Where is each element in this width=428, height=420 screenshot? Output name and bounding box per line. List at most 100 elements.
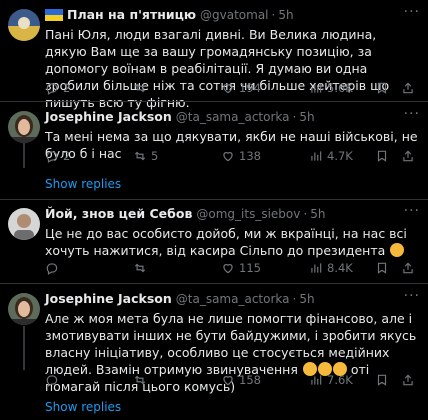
reply-icon — [46, 263, 58, 275]
share-button[interactable] — [401, 261, 415, 275]
like-count: 138 — [239, 149, 261, 163]
repost-button[interactable] — [133, 81, 151, 95]
bookmark-button[interactable] — [375, 261, 389, 275]
person-emoji-icon — [390, 243, 405, 257]
author-handle[interactable]: @ta_sama_actorka — [176, 292, 290, 306]
share-button[interactable] — [401, 373, 415, 387]
view-count: 4.7K — [327, 149, 353, 163]
post-header: План на п'ятницю @gvatomal · 5h — [45, 6, 420, 23]
post-time[interactable]: 5h — [310, 207, 325, 221]
repost-button[interactable] — [133, 373, 151, 387]
heart-icon — [223, 376, 233, 386]
avatar[interactable] — [8, 111, 40, 143]
post-text: Це не до вас особисто дойоб, ми ж вкраїн… — [45, 226, 407, 258]
author-handle[interactable]: @omg_its_siebov — [196, 207, 300, 221]
share-icon — [403, 82, 413, 94]
author-name[interactable]: План на п'ятницю — [67, 7, 196, 22]
author-name[interactable]: Josephine Jackson — [45, 291, 172, 306]
avatar[interactable] — [8, 208, 40, 240]
repost-button[interactable] — [133, 261, 151, 275]
views-button[interactable]: 4.7K — [309, 149, 353, 163]
like-count: 158 — [239, 373, 261, 387]
separator-dot: · — [303, 206, 308, 221]
divider — [0, 101, 428, 102]
views-chart-icon — [311, 263, 322, 273]
post-time[interactable]: 5h — [278, 8, 293, 22]
action-bar: 115 8.4K — [45, 260, 420, 276]
avatar[interactable] — [8, 9, 40, 41]
share-icon — [403, 262, 413, 274]
post-text-wrap: Це не до вас особисто дойоб, ми ж вкраїн… — [45, 225, 420, 259]
share-icon — [403, 150, 413, 162]
post-3[interactable]: Йой, знов цей Себов @omg_its_siebov · 5h… — [0, 203, 428, 285]
action-bar: 158 7.6K — [45, 372, 420, 388]
avatar-image — [8, 293, 40, 325]
bookmark-icon — [377, 374, 387, 386]
heart-icon — [223, 84, 233, 94]
repost-button[interactable]: 5 — [133, 149, 158, 163]
show-replies-link[interactable]: Show replies — [45, 177, 121, 191]
like-count: 115 — [239, 261, 261, 275]
show-replies-link[interactable]: Show replies — [45, 400, 121, 414]
views-chart-icon — [311, 83, 322, 93]
views-button[interactable]: 5.6K — [309, 81, 353, 95]
share-button[interactable] — [401, 149, 415, 163]
avatar[interactable] — [8, 293, 40, 325]
reply-count: 2 — [63, 81, 71, 95]
repost-count: 5 — [151, 149, 159, 163]
author-handle[interactable]: @ta_sama_actorka — [176, 110, 290, 124]
views-button[interactable]: 7.6K — [309, 373, 353, 387]
view-count: 5.6K — [327, 81, 353, 95]
like-count: 194 — [239, 81, 261, 95]
bookmark-button[interactable] — [375, 149, 389, 163]
author-name[interactable]: Josephine Jackson — [45, 109, 172, 124]
divider — [0, 283, 428, 284]
separator-dot: · — [271, 7, 276, 22]
post-time[interactable]: 5h — [299, 292, 314, 306]
post-2[interactable]: Josephine Jackson @ta_sama_actorka · 5h … — [0, 106, 428, 178]
more-options-icon[interactable]: ··· — [404, 288, 420, 304]
views-button[interactable]: 8.4K — [309, 261, 353, 275]
author-name[interactable]: Йой, знов цей Себов — [45, 206, 192, 221]
more-options-icon[interactable]: ··· — [404, 4, 420, 20]
like-button[interactable]: 158 — [221, 373, 261, 387]
view-count: 8.4K — [327, 261, 353, 275]
author-handle[interactable]: @gvatomal — [200, 8, 269, 22]
like-button[interactable]: 194 — [221, 81, 261, 95]
repost-icon — [134, 83, 146, 93]
separator-dot: · — [292, 291, 297, 306]
reply-button[interactable]: 2 — [45, 149, 70, 163]
post-header: Йой, знов цей Себов @omg_its_siebov · 5h — [45, 205, 420, 222]
bookmark-button[interactable] — [375, 373, 389, 387]
views-chart-icon — [311, 151, 322, 161]
bookmark-button[interactable] — [375, 81, 389, 95]
more-options-icon[interactable]: ··· — [404, 203, 420, 219]
reply-icon — [46, 151, 58, 163]
views-chart-icon — [311, 375, 322, 385]
reply-button[interactable] — [45, 373, 63, 387]
action-bar: 2 194 5.6K — [45, 80, 420, 96]
reply-button[interactable] — [45, 261, 63, 275]
like-button[interactable]: 115 — [221, 261, 261, 275]
heart-icon — [223, 152, 233, 162]
post-1[interactable]: План на п'ятницю @gvatomal · 5h ··· Пані… — [0, 4, 428, 110]
post-4[interactable]: Josephine Jackson @ta_sama_actorka · 5h … — [0, 288, 428, 394]
reply-count: 2 — [63, 149, 71, 163]
post-header: Josephine Jackson @ta_sama_actorka · 5h — [45, 108, 420, 125]
more-options-icon[interactable]: ··· — [404, 106, 420, 122]
divider — [0, 199, 428, 200]
reply-icon — [46, 83, 58, 95]
separator-dot: · — [292, 109, 297, 124]
bookmark-icon — [377, 82, 387, 94]
ukraine-flag-icon — [45, 8, 63, 21]
post-time[interactable]: 5h — [299, 110, 314, 124]
share-icon — [403, 374, 413, 386]
view-count: 7.6K — [327, 373, 353, 387]
heart-icon — [223, 264, 233, 274]
bookmark-icon — [377, 150, 387, 162]
like-button[interactable]: 138 — [221, 149, 261, 163]
share-button[interactable] — [401, 81, 415, 95]
repost-icon — [134, 151, 146, 161]
action-bar: 2 5 138 4.7K — [45, 148, 420, 164]
reply-button[interactable]: 2 — [45, 81, 70, 95]
